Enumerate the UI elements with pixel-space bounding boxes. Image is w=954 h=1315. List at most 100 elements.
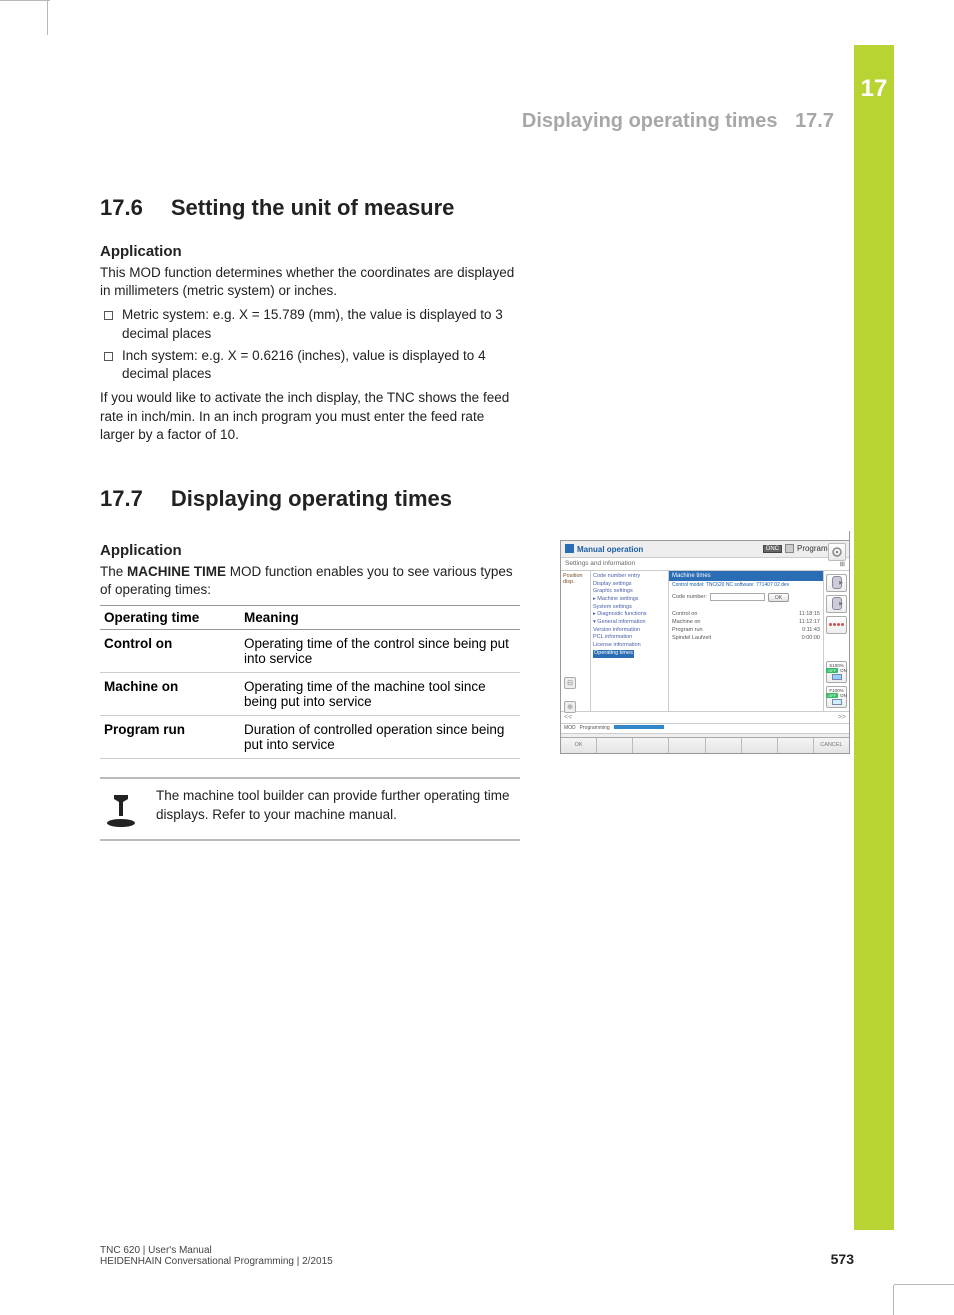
off-label: OFF <box>826 693 838 698</box>
tree-item[interactable]: Code number entry <box>593 573 666 581</box>
tree-item-selected[interactable]: Operating times <box>593 650 634 658</box>
tree-item[interactable]: Version information <box>593 627 666 635</box>
kv-row: Control on 11:18:15 <box>669 610 823 618</box>
tree-item[interactable]: ▸ Machine settings <box>593 596 666 604</box>
running-head: Displaying operating times 17.7 <box>522 110 834 133</box>
pos-tab[interactable]: Position disp. <box>563 573 588 585</box>
th-operating-time: Operating time <box>100 606 240 630</box>
text-bold: MACHINE TIME <box>127 564 226 579</box>
th-meaning: Meaning <box>240 606 520 630</box>
screenshot-figure: Manual operation DNC Programming Setting… <box>560 540 850 754</box>
code-input[interactable] <box>710 593 765 601</box>
cell-key: Machine on <box>100 673 240 716</box>
add-button[interactable]: ⊕ <box>564 701 576 713</box>
tree-item[interactable]: License information <box>593 642 666 650</box>
tree-item[interactable]: Graphic settings <box>593 588 666 596</box>
text: The <box>100 564 127 579</box>
probe-button[interactable] <box>826 616 847 634</box>
fig-main-panel: Machine times Control model: TNC620 NC s… <box>669 571 823 711</box>
kv-val: 11:12:17 <box>799 619 820 625</box>
softkey[interactable] <box>669 738 705 753</box>
scroll-right[interactable]: >> <box>838 714 846 721</box>
spindle-icon <box>832 674 842 680</box>
page-footer: TNC 620 | User's Manual HEIDENHAIN Conve… <box>100 1245 854 1267</box>
scroll-left[interactable]: << <box>564 714 572 721</box>
para: The MACHINE TIME MOD function enables yo… <box>100 563 520 599</box>
dnc-badge: DNC <box>763 545 782 553</box>
softkey-ok[interactable]: OK <box>561 738 597 753</box>
spindle-override-button[interactable]: S100% OFFON <box>826 661 847 683</box>
machine-builder-icon <box>104 787 138 829</box>
heading-num: 17.6 <box>100 195 143 221</box>
ok-button[interactable]: OK <box>768 593 789 602</box>
kv-val: 0:00:00 <box>802 635 820 641</box>
softkey[interactable] <box>706 738 742 753</box>
heading-title: Displaying operating times <box>171 486 452 512</box>
list-item: Inch system: e.g. X = 0.6216 (inches), v… <box>100 347 520 383</box>
cell-key: Program run <box>100 716 240 759</box>
page-number: 573 <box>831 1251 854 1267</box>
chevron-right-icon: ▶ <box>839 601 843 607</box>
tree-item[interactable]: ▾ General information <box>593 619 666 627</box>
cell-val: Operating time of the machine tool since… <box>240 673 520 716</box>
cell-val: Operating time of the control since bein… <box>240 630 520 673</box>
device-button[interactable]: ▶ <box>826 595 847 613</box>
para: If you would like to activate the inch d… <box>100 389 520 444</box>
progress-bar <box>614 725 664 729</box>
device-button[interactable]: ▶ <box>826 574 847 592</box>
programming-icon <box>785 544 794 553</box>
fig-title-left: Manual operation <box>565 544 643 554</box>
gear-button[interactable] <box>828 543 846 561</box>
on-label: ON <box>840 668 847 673</box>
fig-tree: Code number entry Display settings Graph… <box>591 571 669 711</box>
kv-key: Control on <box>672 611 697 617</box>
chevron-right-icon: ▶ <box>839 580 843 586</box>
table-row: Machine on Operating time of the machine… <box>100 673 520 716</box>
chapter-number: 17 <box>854 45 894 103</box>
tree-item[interactable]: Display settings <box>593 581 666 589</box>
running-head-title: Displaying operating times <box>522 110 778 132</box>
subheading-application-1: Application <box>100 243 860 260</box>
softkey[interactable] <box>778 738 814 753</box>
table-row: Program run Duration of controlled opera… <box>100 716 520 759</box>
softkey-bar: OK CANCEL <box>561 737 849 753</box>
feed-icon <box>832 699 842 705</box>
softkey[interactable] <box>633 738 669 753</box>
fig-status-bar: MODProgramming <box>561 723 849 733</box>
code-label: Code number: <box>672 594 707 600</box>
cell-key: Control on <box>100 630 240 673</box>
text: Manual operation <box>577 545 643 554</box>
tree-item[interactable]: PCL information <box>593 634 666 642</box>
note-box: The machine tool builder can provide fur… <box>100 777 520 841</box>
kv-val: 0:11:43 <box>802 627 820 633</box>
note-text: The machine tool builder can provide fur… <box>156 787 516 823</box>
heading-17-6: 17.6 Setting the unit of measure <box>100 195 860 221</box>
list-item: Metric system: e.g. X = 15.789 (mm), the… <box>100 306 520 342</box>
tnc-icon <box>565 544 574 553</box>
off-label: OFF <box>826 668 838 673</box>
operating-times-table: Operating time Meaning Control on Operat… <box>100 605 520 759</box>
tree-item[interactable]: System settings <box>593 604 666 612</box>
kv-row: Machine on11:12:17 <box>669 618 823 626</box>
softkey-cancel[interactable]: CANCEL <box>814 738 849 753</box>
kv-val: 11:18:15 <box>799 611 820 617</box>
softkey[interactable] <box>597 738 633 753</box>
gear-icon <box>831 546 843 558</box>
tree-item[interactable]: ▸ Diagnostic functions <box>593 611 666 619</box>
chapter-tab: 17 <box>854 45 894 1230</box>
fig-right-column: ▶ ▶ S100% OFFON F100% OFFON <box>823 571 849 711</box>
collapse-button[interactable]: ⊟ <box>564 677 576 689</box>
heading-17-7: 17.7 Displaying operating times <box>100 486 860 512</box>
kv-row: Program run 0:11:43 <box>669 626 823 634</box>
running-head-section: 17.7 <box>795 110 834 132</box>
footer-line1: TNC 620 | User's Manual <box>100 1245 333 1256</box>
feed-override-button[interactable]: F100% OFFON <box>826 686 847 708</box>
softkey[interactable] <box>742 738 778 753</box>
subheading-application-2: Application <box>100 542 530 559</box>
kv-key: Program run <box>672 627 703 633</box>
fig-status-left: Settings and information <box>565 560 635 567</box>
panel-subtitle: Control model: TNC620 NC software: 77140… <box>669 581 823 591</box>
footer-line2: HEIDENHAIN Conversational Programming | … <box>100 1256 333 1267</box>
status-icon: ⊞ <box>840 560 845 568</box>
on-label: ON <box>840 693 847 698</box>
